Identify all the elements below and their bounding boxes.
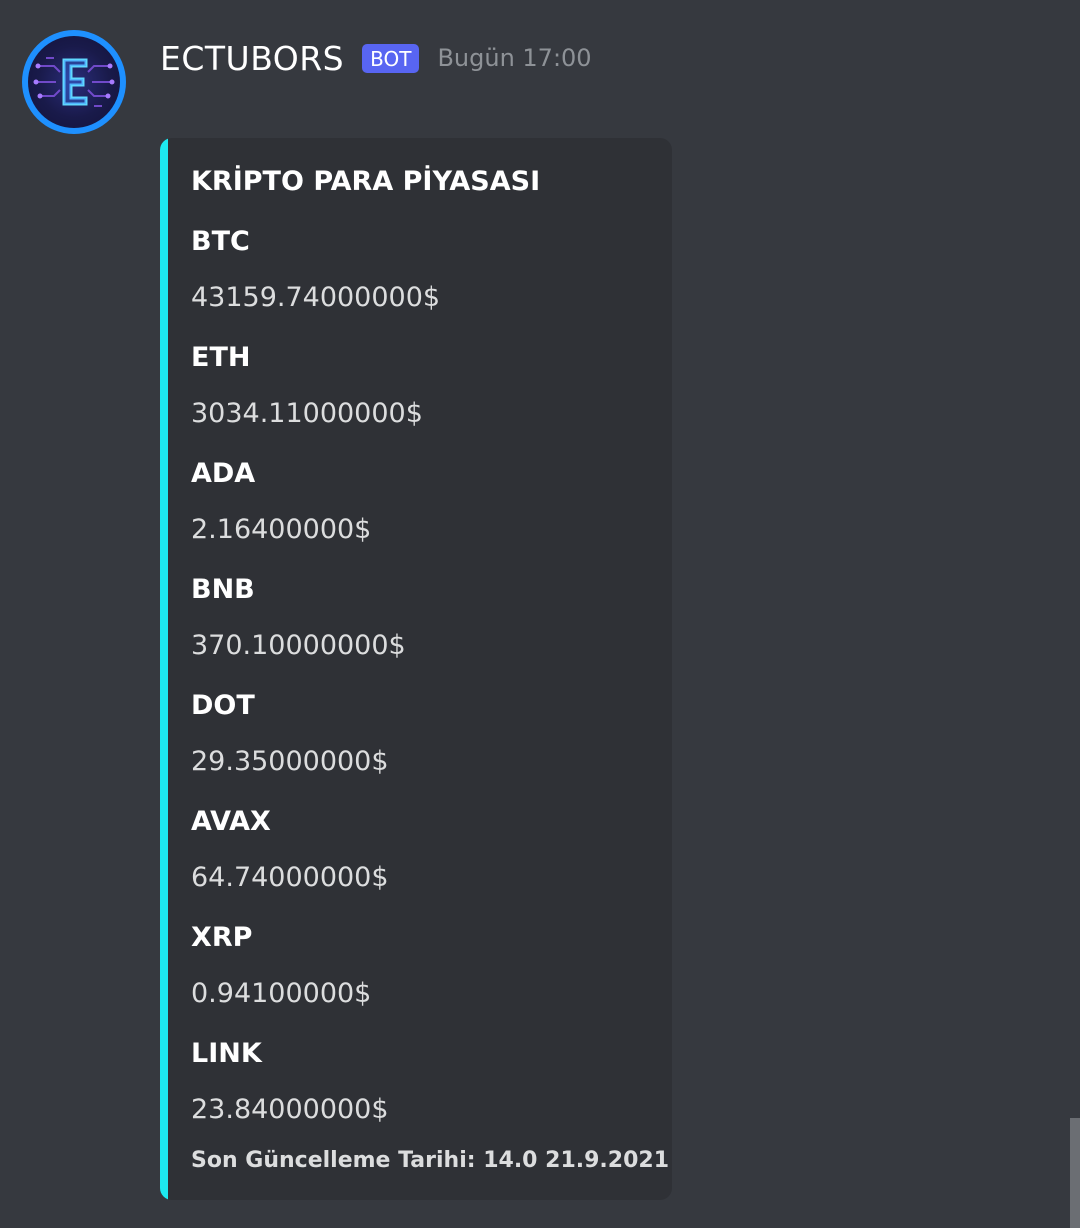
- chat-message: ECTUBORS BOT Bugün 17:00 KRİPTO PARA PİY…: [0, 0, 1080, 1228]
- field-name: AVAX: [191, 806, 271, 837]
- field-name: ADA: [191, 458, 256, 489]
- field-value: 3034.11000000$: [191, 398, 423, 429]
- scrollbar-thumb[interactable]: [1070, 1118, 1080, 1228]
- embed-footer: Son Güncelleme Tarihi: 14.0 21.9.2021: [191, 1148, 670, 1173]
- embed-accent-bar: [160, 138, 168, 1200]
- field-name: DOT: [191, 690, 255, 721]
- field-value: 370.10000000$: [191, 630, 406, 661]
- embed-field-eth: ETH 3034.11000000$: [191, 342, 423, 430]
- embed-field-dot: DOT 29.35000000$: [191, 690, 389, 778]
- field-name: BTC: [191, 226, 250, 257]
- field-value: 2.16400000$: [191, 514, 372, 545]
- field-value: 0.94100000$: [191, 978, 372, 1009]
- embed-field-link: LINK 23.84000000$: [191, 1038, 389, 1126]
- embed-field-ada: ADA 2.16400000$: [191, 458, 371, 546]
- message-header: ECTUBORS BOT Bugün 17:00: [160, 36, 592, 80]
- field-value: 29.35000000$: [191, 746, 389, 777]
- embed-field-btc: BTC 43159.74000000$: [191, 226, 440, 314]
- bot-avatar[interactable]: [22, 30, 126, 134]
- bot-badge: BOT: [362, 43, 420, 73]
- embed-card: KRİPTO PARA PİYASASI BTC 43159.74000000$…: [160, 138, 672, 1200]
- field-name: XRP: [191, 922, 253, 953]
- field-name: BNB: [191, 574, 255, 605]
- username[interactable]: ECTUBORS: [160, 39, 344, 78]
- embed-field-avax: AVAX 64.74000000$: [191, 806, 389, 894]
- letter-e-circuit-logo-icon: [28, 36, 120, 128]
- embed-field-xrp: XRP 0.94100000$: [191, 922, 371, 1010]
- message-timestamp[interactable]: Bugün 17:00: [437, 44, 591, 72]
- field-value: 23.84000000$: [191, 1094, 389, 1125]
- field-value: 43159.74000000$: [191, 282, 441, 313]
- field-name: ETH: [191, 342, 251, 373]
- field-name: LINK: [191, 1038, 262, 1069]
- embed-field-bnb: BNB 370.10000000$: [191, 574, 406, 662]
- embed-title: KRİPTO PARA PİYASASI: [191, 166, 541, 197]
- field-value: 64.74000000$: [191, 862, 389, 893]
